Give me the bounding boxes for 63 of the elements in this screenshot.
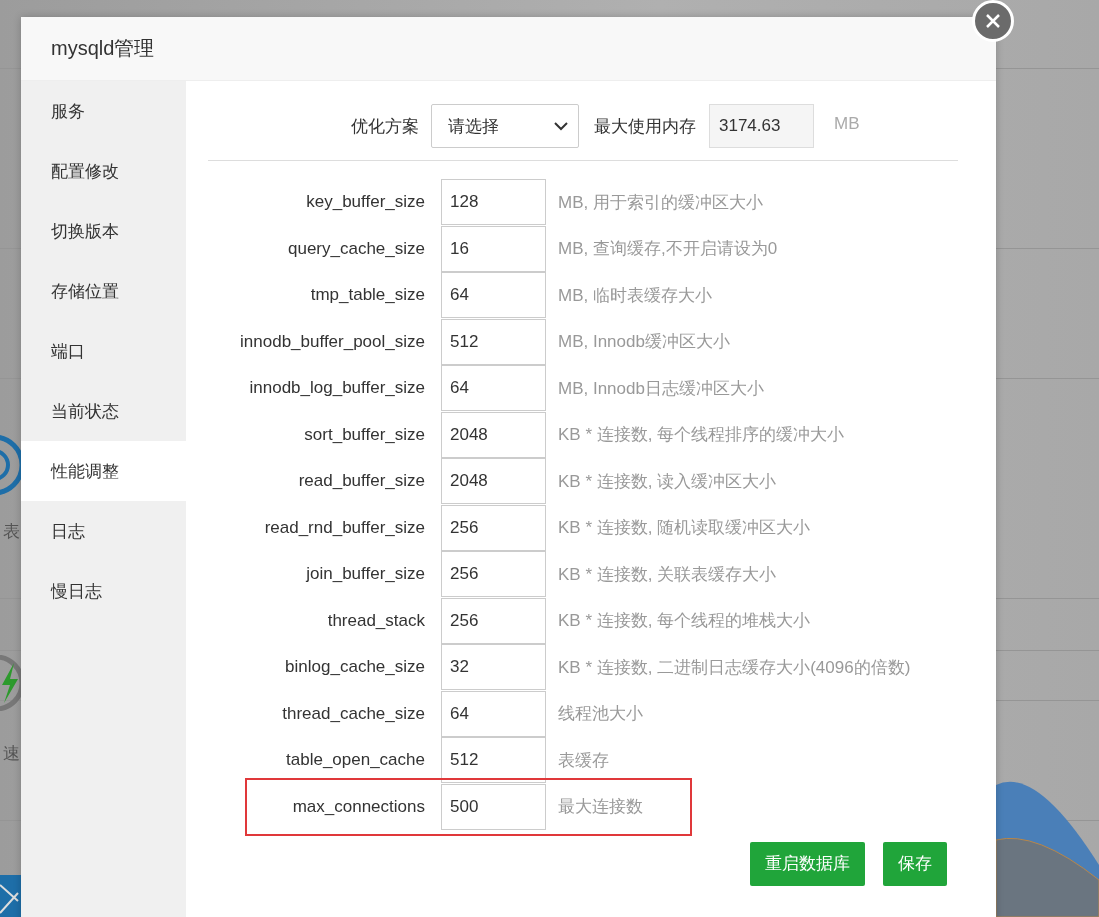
param-label: binlog_cache_size — [284, 657, 425, 677]
sidebar-item[interactable]: 性能调整 — [21, 441, 186, 501]
param-label: thread_cache_size — [281, 703, 425, 724]
close-button[interactable] — [972, 0, 1014, 42]
param-input[interactable]: 16 — [441, 225, 546, 272]
dialog-title: mysqld管理 — [21, 17, 996, 81]
chevron-down-icon — [554, 121, 568, 131]
param-label: key_buffer_size — [305, 192, 425, 212]
param-label: read_rnd_buffer_size — [263, 517, 425, 538]
param-input[interactable]: 256 — [441, 504, 546, 551]
field-label: 优化方案 — [351, 115, 419, 138]
param-input[interactable]: 500 — [441, 783, 546, 830]
background-label: 速 — [3, 743, 20, 765]
param-label: innodb_buffer_pool_size — [239, 331, 425, 352]
param-description: 线程池大小 — [558, 703, 643, 725]
param-input[interactable]: 512 — [441, 318, 546, 365]
param-input[interactable]: 32 — [441, 644, 546, 690]
param-label: tmp_table_size — [309, 285, 425, 305]
sidebar-item[interactable]: 日志 — [21, 501, 186, 561]
param-label: innodb_log_buffer_size — [248, 378, 425, 398]
param-label: sort_buffer_size — [303, 424, 425, 445]
param-description: 最大连接数 — [558, 796, 643, 818]
memory-field[interactable]: 3174.63 — [709, 104, 814, 148]
field-label: 最大使用内存 — [594, 115, 696, 138]
param-input[interactable]: 128 — [441, 179, 546, 225]
param-description: KB * 连接数, 读入缓冲区大小 — [558, 470, 777, 493]
sidebar-item[interactable]: 慢日志 — [21, 561, 186, 621]
sidebar-item[interactable]: 切换版本 — [21, 201, 186, 261]
param-description: MB, Innodb日志缓冲区大小 — [558, 377, 764, 400]
sidebar-item[interactable]: 配置修改 — [21, 141, 186, 201]
param-input[interactable]: 256 — [441, 597, 546, 644]
unit-label: MB — [834, 114, 860, 134]
param-input[interactable]: 64 — [441, 690, 546, 737]
param-description: MB, 临时表缓存大小 — [558, 284, 712, 307]
scheme-select[interactable]: 请选择 — [431, 104, 579, 148]
param-description: MB, 查询缓存,不开启请设为0 — [558, 238, 778, 260]
param-label: query_cache_size — [286, 238, 425, 259]
param-description: KB * 连接数, 随机读取缓冲区大小 — [558, 517, 811, 539]
close-icon — [985, 13, 1001, 29]
sidebar-item[interactable]: 当前状态 — [21, 381, 186, 441]
param-label: read_buffer_size — [297, 471, 425, 491]
param-input[interactable]: 64 — [441, 365, 546, 411]
param-input[interactable]: 512 — [441, 737, 546, 783]
param-description: KB * 连接数, 二进制日志缓存大小(4096的倍数) — [558, 656, 911, 679]
sidebar-item[interactable]: 服务 — [21, 81, 186, 141]
param-label: max_connections — [291, 796, 425, 817]
param-description: 表缓存 — [558, 749, 609, 772]
param-input[interactable]: 2048 — [441, 411, 546, 458]
param-input[interactable]: 256 — [441, 551, 546, 597]
param-input[interactable]: 2048 — [441, 458, 546, 504]
param-description: MB, 用于索引的缓冲区大小 — [558, 191, 763, 214]
param-label: table_open_cache — [285, 750, 425, 770]
sidebar-item[interactable]: 存储位置 — [21, 261, 186, 321]
param-input[interactable]: 64 — [441, 272, 546, 318]
lightning-icon — [0, 655, 22, 711]
background-label: 表 — [3, 521, 20, 543]
param-label: join_buffer_size — [304, 564, 425, 584]
param-description: KB * 连接数, 每个线程排序的缓冲大小 — [558, 424, 845, 446]
sidebar-item[interactable]: 端口 — [21, 321, 186, 381]
param-description: KB * 连接数, 每个线程的堆栈大小 — [558, 610, 811, 632]
param-description: MB, Innodb缓冲区大小 — [558, 331, 730, 353]
param-label: thread_stack — [326, 610, 425, 631]
param-description: KB * 连接数, 关联表缓存大小 — [558, 563, 777, 586]
